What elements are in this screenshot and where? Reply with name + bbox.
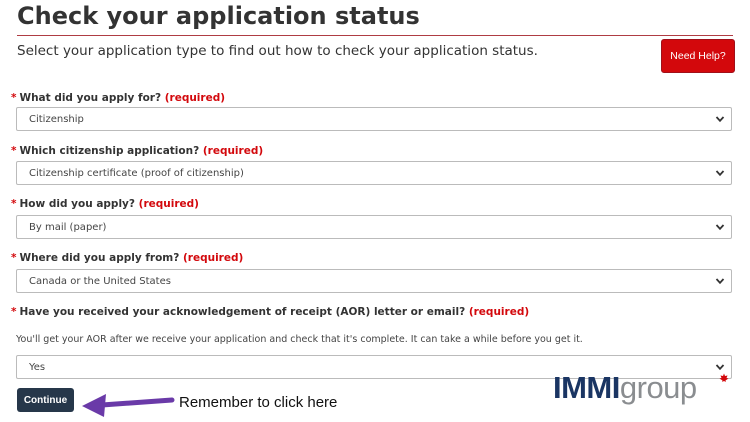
question-text: How did you apply? [19, 198, 136, 210]
logo-part-immi: IMMI [553, 370, 620, 405]
annotation-text: Remember to click here [179, 394, 338, 411]
select-value: Citizenship [29, 113, 84, 125]
how-applied-select[interactable]: By mail (paper) [16, 215, 732, 239]
chevron-down-icon [715, 278, 725, 285]
required-tag: (required) [164, 92, 226, 104]
question-label-citizenship-application: * Which citizenship application? (require… [11, 145, 263, 157]
chevron-down-icon [715, 170, 725, 177]
logo-part-group: group [619, 370, 697, 405]
chevron-down-icon [715, 224, 725, 231]
question-text: What did you apply for? [19, 92, 162, 104]
title-divider [17, 35, 733, 36]
required-asterisk: * [11, 198, 17, 210]
question-text: Have you received your acknowledgement o… [19, 306, 466, 318]
aor-help-text: You'll get your AOR after we receive you… [16, 334, 583, 345]
required-tag: (required) [468, 306, 530, 318]
select-value: By mail (paper) [29, 221, 107, 233]
required-asterisk: * [11, 145, 17, 157]
select-value: Citizenship certificate (proof of citize… [29, 167, 244, 179]
page-title: Check your application status [17, 2, 420, 30]
citizenship-application-select[interactable]: Citizenship certificate (proof of citize… [16, 161, 732, 185]
chevron-down-icon [715, 116, 725, 123]
intro-text: Select your application type to find out… [17, 43, 538, 59]
question-text: Where did you apply from? [19, 252, 180, 264]
question-label-aor-received: * Have you received your acknowledgement … [11, 306, 529, 318]
immigroup-logo: IMMIgroup [553, 370, 728, 410]
question-label-apply-for: * What did you apply for? (required) [11, 92, 225, 104]
question-label-how-applied: * How did you apply? (required) [11, 198, 199, 210]
select-value: Yes [29, 361, 46, 373]
maple-leaf-icon [719, 373, 729, 382]
select-value: Canada or the United States [29, 275, 171, 287]
required-tag: (required) [202, 145, 264, 157]
required-asterisk: * [11, 306, 17, 318]
required-asterisk: * [11, 92, 17, 104]
question-text: Which citizenship application? [19, 145, 200, 157]
apply-for-select[interactable]: Citizenship [16, 107, 732, 131]
question-label-apply-from: * Where did you apply from? (required) [11, 252, 243, 264]
required-tag: (required) [182, 252, 244, 264]
required-tag: (required) [138, 198, 199, 210]
apply-from-select[interactable]: Canada or the United States [16, 269, 732, 293]
required-asterisk: * [11, 252, 17, 264]
need-help-button[interactable]: Need Help? [661, 39, 735, 73]
annotation-arrow-icon [82, 394, 175, 417]
continue-button[interactable]: Continue [17, 388, 74, 412]
